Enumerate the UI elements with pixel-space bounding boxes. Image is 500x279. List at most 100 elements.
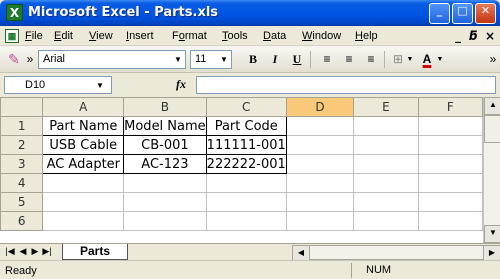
cell-f6[interactable] xyxy=(417,211,483,231)
row-header[interactable]: 1 xyxy=(0,116,44,136)
chevron-down-icon[interactable]: ▼ xyxy=(171,51,185,68)
cell-c4[interactable] xyxy=(205,173,287,193)
cell-e1[interactable] xyxy=(353,116,419,136)
font-size-combo[interactable]: 11 ▼ xyxy=(190,50,232,69)
doc-minimize-button[interactable]: _ xyxy=(455,29,461,43)
cell-e5[interactable] xyxy=(353,192,419,212)
prev-sheet-icon[interactable]: ◀ xyxy=(17,246,29,257)
chevron-down-icon[interactable]: ▼ xyxy=(436,51,444,68)
row-header[interactable]: 3 xyxy=(0,154,44,174)
paint-icon[interactable]: ✎ xyxy=(6,51,22,67)
function-icon[interactable]: fx xyxy=(176,77,186,92)
chevron-down-icon[interactable]: ▼ xyxy=(93,77,107,94)
cell-e3[interactable] xyxy=(353,154,419,174)
cell-e4[interactable] xyxy=(353,173,419,193)
maximize-button[interactable]: □ xyxy=(452,3,473,24)
cell-c1[interactable]: Part Code xyxy=(205,116,287,136)
vertical-scrollbar[interactable]: ▲ ▼ xyxy=(483,97,500,243)
cell-f1[interactable] xyxy=(417,116,483,136)
doc-restore-button[interactable]: ƃ xyxy=(469,29,478,43)
cell-b4[interactable] xyxy=(123,173,207,193)
sheet-tab-parts[interactable]: Parts xyxy=(62,244,128,260)
menu-file[interactable]: File xyxy=(25,30,43,42)
column-header-c[interactable]: C xyxy=(205,97,287,117)
row-header[interactable]: 5 xyxy=(0,192,44,212)
worksheet-grid[interactable]: A B C D E F 1 Part Name Model Name Part … xyxy=(0,97,483,243)
column-header-e[interactable]: E xyxy=(353,97,419,117)
borders-icon[interactable]: ⊞ xyxy=(390,51,406,68)
cell-b6[interactable] xyxy=(123,211,207,231)
font-name-combo[interactable]: Arial ▼ xyxy=(38,50,186,69)
formula-input[interactable] xyxy=(196,76,496,94)
excel-app-icon[interactable]: X xyxy=(6,4,23,21)
font-color-icon[interactable]: A xyxy=(418,51,436,68)
scroll-up-icon[interactable]: ▲ xyxy=(484,97,500,115)
menu-insert[interactable]: Insert xyxy=(126,30,154,42)
cell-a6[interactable] xyxy=(42,211,125,231)
cell-e2[interactable] xyxy=(353,135,419,155)
cell-b5[interactable] xyxy=(123,192,207,212)
menu-data[interactable]: Data xyxy=(263,30,286,42)
cell-a1[interactable]: Part Name xyxy=(42,116,125,136)
menu-view[interactable]: View xyxy=(89,30,113,42)
chevron-down-icon[interactable]: ▼ xyxy=(217,51,231,68)
table-row: 5 xyxy=(0,192,483,212)
align-left-icon[interactable]: ≡ xyxy=(318,51,336,68)
column-header-a[interactable]: A xyxy=(42,97,125,117)
cell-a4[interactable] xyxy=(42,173,125,193)
align-right-icon[interactable]: ≡ xyxy=(362,51,380,68)
cell-e6[interactable] xyxy=(353,211,419,231)
cell-a5[interactable] xyxy=(42,192,125,212)
cell-d4[interactable] xyxy=(285,173,355,193)
cell-d5[interactable] xyxy=(285,192,355,212)
cell-d2[interactable] xyxy=(285,135,355,155)
cell-c3[interactable]: 222222-001 xyxy=(205,154,287,174)
italic-button[interactable]: I xyxy=(268,51,282,68)
cell-d1[interactable] xyxy=(285,116,355,136)
underline-button[interactable]: U xyxy=(290,51,304,68)
cell-c2[interactable]: 111111-001 xyxy=(205,135,287,155)
toolbar-overflow-left[interactable]: » xyxy=(24,51,36,68)
row-header[interactable]: 2 xyxy=(0,135,44,155)
column-header-d[interactable]: D xyxy=(285,97,355,117)
cell-c5[interactable] xyxy=(205,192,287,212)
cell-b3[interactable]: AC-123 xyxy=(123,154,207,174)
row-header[interactable]: 4 xyxy=(0,173,44,193)
scroll-thumb[interactable] xyxy=(484,115,500,143)
horizontal-scrollbar[interactable]: ◀ ▶ xyxy=(292,245,500,262)
cell-f2[interactable] xyxy=(417,135,483,155)
title-bar[interactable]: X Microsoft Excel - Parts.xls _ □ ✕ xyxy=(0,0,500,26)
workbook-icon[interactable]: ▦ xyxy=(5,29,19,43)
align-center-icon[interactable]: ≡ xyxy=(340,51,358,68)
minimize-button[interactable]: _ xyxy=(429,3,450,24)
cell-a2[interactable]: USB Cable xyxy=(42,135,125,155)
first-sheet-icon[interactable]: |◀ xyxy=(4,246,16,257)
next-sheet-icon[interactable]: ▶ xyxy=(29,246,41,257)
cell-f3[interactable] xyxy=(417,154,483,174)
cell-d3[interactable] xyxy=(285,154,355,174)
menu-format[interactable]: Format xyxy=(172,30,207,42)
cell-c6[interactable] xyxy=(205,211,287,231)
bold-button[interactable]: B xyxy=(246,51,260,68)
column-header-b[interactable]: B xyxy=(123,97,207,117)
toolbar-overflow-right[interactable]: » xyxy=(488,51,498,68)
column-header-f[interactable]: F xyxy=(417,97,483,117)
cell-b2[interactable]: CB-001 xyxy=(123,135,207,155)
doc-close-button[interactable]: × xyxy=(485,29,495,43)
cell-d6[interactable] xyxy=(285,211,355,231)
name-box[interactable]: D10 ▼ xyxy=(4,76,112,94)
menu-window[interactable]: Window xyxy=(302,30,341,42)
scroll-down-icon[interactable]: ▼ xyxy=(484,225,500,243)
last-sheet-icon[interactable]: ▶| xyxy=(41,246,53,257)
cell-f5[interactable] xyxy=(417,192,483,212)
menu-tools[interactable]: Tools xyxy=(222,30,248,42)
menu-edit[interactable]: Edit xyxy=(54,30,73,42)
row-header[interactable]: 6 xyxy=(0,211,44,231)
chevron-down-icon[interactable]: ▼ xyxy=(406,51,414,68)
menu-help[interactable]: Help xyxy=(355,30,378,42)
cell-b1[interactable]: Model Name xyxy=(123,116,207,136)
close-button[interactable]: ✕ xyxy=(475,3,496,24)
select-all-corner[interactable] xyxy=(0,97,44,117)
cell-a3[interactable]: AC Adapter xyxy=(42,154,125,174)
cell-f4[interactable] xyxy=(417,173,483,193)
